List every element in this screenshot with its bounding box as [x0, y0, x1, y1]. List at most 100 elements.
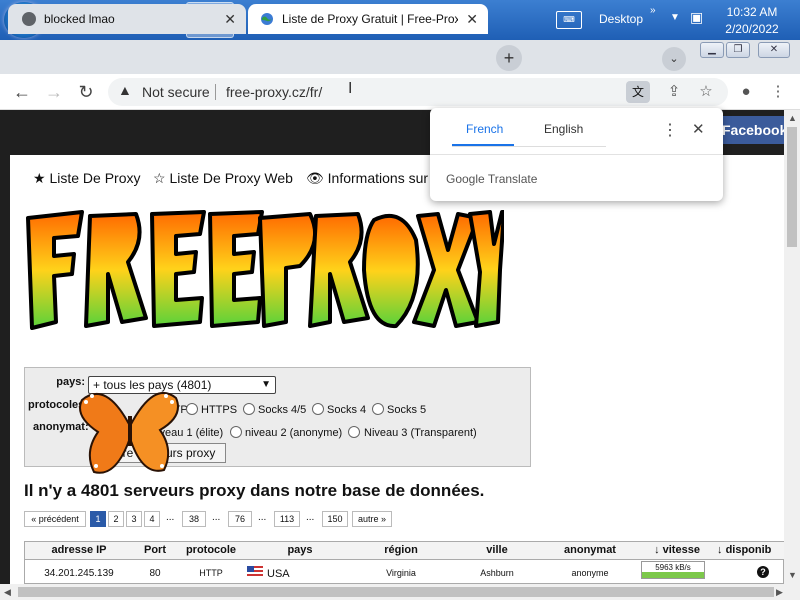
speed-bar-fill [642, 572, 704, 578]
nav-info[interactable]: 👁 Informations sur vo [306, 170, 447, 187]
nav-web-proxy-list[interactable]: ☆ Liste De Proxy Web [153, 170, 293, 187]
proxy-count-headline: Il n'y a 4801 serveurs proxy dans notre … [24, 481, 485, 500]
anonymity-anonymous-label: niveau 2 (anonyme) [245, 427, 343, 439]
keyboard-icon[interactable]: ⌨ [556, 11, 582, 29]
butterfly-icon [79, 392, 179, 474]
share-icon[interactable]: ⇪ [662, 80, 686, 104]
free-proxy-logo[interactable] [24, 210, 504, 340]
nav-web-proxy-list-label: Liste De Proxy Web [169, 170, 293, 186]
vertical-scroll-thumb[interactable] [787, 127, 797, 247]
warning-icon[interactable]: ▲ [118, 82, 132, 98]
anonymity-radio-anonymous[interactable] [230, 426, 242, 438]
translate-product: Translate [487, 172, 538, 186]
clock-time[interactable]: 10:32 AM [722, 5, 782, 19]
protocol-radio-socks45[interactable] [243, 403, 255, 415]
help-icon[interactable]: ? [757, 566, 769, 578]
reload-icon[interactable]: ↻ [74, 80, 98, 104]
security-label[interactable]: Not secure [142, 84, 210, 100]
nav-proxy-list-label: Liste De Proxy [49, 170, 141, 186]
divider [215, 84, 216, 100]
restore-button[interactable]: ❐ [726, 42, 750, 58]
col-country[interactable]: pays [257, 544, 343, 556]
pagination-page-2[interactable]: 2 [108, 511, 124, 527]
expand-toolbar-icon[interactable]: » [650, 5, 656, 16]
pagination-page-113[interactable]: 113 [274, 511, 300, 527]
back-icon[interactable]: ← [10, 80, 34, 104]
pagination-page-1[interactable]: 1 [90, 511, 106, 527]
pagination-prev[interactable]: « précédent [24, 511, 86, 527]
clock-date[interactable]: 2/20/2022 [720, 22, 784, 36]
new-tab-button[interactable]: + [496, 45, 522, 71]
horizontal-scroll-thumb[interactable] [18, 587, 774, 597]
col-availability-label: disponib [725, 544, 772, 556]
col-protocol[interactable]: protocole [181, 544, 241, 556]
network-icon[interactable]: ▣ [690, 9, 703, 26]
cell-city: Ashburn [480, 568, 514, 578]
chevron-down-icon[interactable]: ▼ [670, 12, 680, 23]
bookmark-star-icon[interactable]: ☆ [694, 80, 718, 104]
close-tab-icon[interactable]: ✕ [224, 11, 236, 28]
page-icon [22, 12, 36, 26]
nav-info-label: Informations sur vo [327, 170, 447, 186]
protocol-radio-socks5[interactable] [372, 403, 384, 415]
cell-country: USA [267, 568, 290, 580]
table-header-divider [25, 559, 785, 560]
col-ip[interactable]: adresse IP [29, 544, 129, 556]
forward-icon[interactable]: → [42, 80, 66, 104]
anonymity-radio-transparent[interactable] [348, 426, 360, 438]
pagination-page-76[interactable]: 76 [228, 511, 252, 527]
col-availability[interactable]: ↓ disponib [717, 544, 785, 556]
pagination-page-4[interactable]: 4 [144, 511, 160, 527]
tab-search-button[interactable]: ⌄ [662, 47, 686, 71]
protocol-socks5-label: Socks 5 [387, 404, 427, 416]
speed-bar: 5963 kB/s [641, 561, 705, 579]
cell-ip: 34.201.245.139 [44, 568, 114, 579]
profile-icon[interactable]: ● [734, 80, 758, 104]
pagination-ellipsis: ... [212, 512, 221, 523]
menu-icon[interactable]: ⋮ [766, 80, 790, 104]
anonymity-transparent-label: Niveau 3 (Transparent) [364, 427, 477, 439]
google-brand: Google [446, 172, 485, 186]
tab-blocked[interactable]: blocked lmao ✕ [8, 4, 246, 34]
protocol-radio-socks4[interactable] [312, 403, 324, 415]
chevron-down-icon: ▼ [261, 379, 271, 390]
popup-separator [430, 154, 723, 155]
translate-tab-french[interactable]: French [466, 122, 503, 136]
close-tab-icon[interactable]: ✕ [466, 11, 478, 28]
protocol-socks45-label: Socks 4/5 [258, 404, 307, 416]
nav-proxy-list[interactable]: ★ Liste De Proxy [33, 170, 141, 187]
col-city[interactable]: ville [451, 544, 543, 556]
close-window-button[interactable]: ✕ [758, 42, 790, 58]
address-bar[interactable]: ▲ Not secure free-proxy.cz/fr/ I 文 [108, 78, 728, 106]
col-port[interactable]: Port [135, 544, 175, 556]
more-options-icon[interactable]: ⋮ [662, 120, 678, 140]
close-icon[interactable]: ✕ [692, 120, 705, 138]
speed-value: 5963 kB/s [655, 563, 691, 572]
url-text[interactable]: free-proxy.cz/fr/ [226, 84, 322, 100]
scroll-down-icon[interactable]: ▼ [788, 570, 797, 580]
desktop-toolbar-label[interactable]: Desktop [599, 12, 643, 26]
cell-anonymity: anonyme [571, 568, 609, 578]
protocol-socks4-label: Socks 4 [327, 404, 367, 416]
pagination-page-150[interactable]: 150 [322, 511, 348, 527]
tab-title: Liste de Proxy Gratuit | Free-Proxy [282, 12, 458, 26]
translate-tab-english[interactable]: English [544, 122, 583, 136]
translate-icon[interactable]: 文 [626, 81, 650, 103]
pagination-next[interactable]: autre » [352, 511, 392, 527]
tab-free-proxy[interactable]: Liste de Proxy Gratuit | Free-Proxy ✕ [248, 4, 488, 34]
col-speed[interactable]: ↓ vitesse [645, 544, 709, 556]
scroll-up-icon[interactable]: ▲ [788, 113, 797, 123]
pagination-page-38[interactable]: 38 [182, 511, 206, 527]
facebook-button[interactable]: Facebook [720, 116, 784, 144]
pagination-page-3[interactable]: 3 [126, 511, 142, 527]
col-speed-label: vitesse [662, 544, 700, 556]
protocol-radio-https[interactable] [186, 403, 198, 415]
scroll-right-icon[interactable]: ▶ [776, 587, 783, 598]
scroll-left-icon[interactable]: ◀ [4, 587, 11, 598]
col-region[interactable]: région [351, 544, 451, 556]
globe-icon [261, 13, 273, 25]
minimize-button[interactable]: ▁ [700, 42, 724, 58]
google-translate-brand: Google Translate [446, 172, 537, 186]
col-anonymity[interactable]: anonymat [543, 544, 637, 556]
pagination-ellipsis: ... [258, 512, 267, 523]
